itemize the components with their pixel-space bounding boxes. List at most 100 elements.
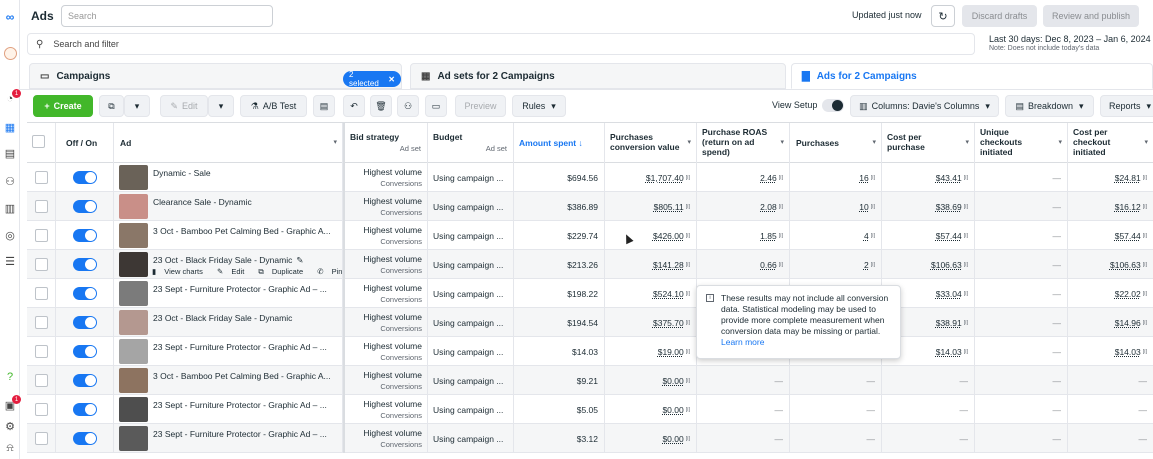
col-budget[interactable]: Budget Ad set — [428, 123, 514, 163]
row-checkbox[interactable] — [34, 374, 48, 387]
duplicate-link[interactable]: ⧉ Duplicate — [258, 267, 309, 276]
pin-link[interactable]: ✆ Pin — [317, 267, 342, 276]
ad-toggle[interactable] — [72, 171, 97, 184]
row-checkbox[interactable] — [34, 171, 48, 184]
date-range-picker[interactable]: Last 30 days: Dec 8, 2023 – Jan 6, 2024 … — [989, 34, 1151, 52]
ad-toggle[interactable] — [72, 316, 97, 329]
row-checkbox[interactable] — [34, 200, 48, 213]
ad-toggle[interactable] — [72, 200, 97, 213]
account-avatar[interactable] — [2, 46, 18, 60]
ad-name[interactable]: 3 Oct - Bamboo Pet Calming Bed - Graphic… — [153, 371, 331, 381]
rules-button[interactable]: Rules ▾ — [512, 95, 566, 117]
ad-thumbnail[interactable] — [119, 368, 148, 393]
delete-button[interactable]: 🗑 — [370, 95, 392, 117]
col-uci[interactable]: Unique checkouts initiated ▾ — [975, 123, 1068, 163]
learn-more-link[interactable]: Learn more — [721, 337, 764, 347]
create-button[interactable]: + Create — [33, 95, 93, 117]
meta-logo-icon[interactable]: ∞ — [2, 10, 18, 24]
ad-toggle[interactable] — [72, 432, 97, 445]
billing-icon[interactable]: ▥ — [2, 201, 18, 215]
clear-selection-icon[interactable]: ✕ — [388, 75, 395, 84]
table-row[interactable]: 3 Oct - Bamboo Pet Calming Bed - Graphic… — [27, 366, 1153, 395]
col-cpp[interactable]: Cost per purchase ▾ — [882, 123, 975, 163]
alerts-icon[interactable]: ▣ 1 — [2, 395, 21, 412]
columns-button[interactable]: ▥ Columns: Davie's Columns ▾ — [850, 95, 999, 117]
help-icon[interactable]: ? — [2, 370, 18, 384]
ad-name[interactable]: Dynamic - Sale — [153, 168, 211, 178]
table-row[interactable]: 23 Sept - Furniture Protector - Graphic … — [27, 424, 1153, 453]
ads-manager-icon[interactable]: ▦ — [2, 120, 18, 134]
duplicate-button[interactable]: ⧉ — [99, 95, 124, 117]
ad-thumbnail[interactable] — [119, 281, 148, 306]
search-filter-bar[interactable]: ⚲ Search and filter — [27, 33, 975, 55]
ad-toggle[interactable] — [72, 258, 97, 271]
undo-button[interactable]: ↶ — [343, 95, 365, 117]
row-checkbox[interactable] — [34, 432, 48, 445]
ad-thumbnail[interactable] — [119, 165, 148, 190]
clipboard-button[interactable]: ▤ — [313, 95, 335, 117]
ad-name[interactable]: 23 Sept - Furniture Protector - Graphic … — [153, 400, 327, 410]
table-row[interactable]: 23 Sept - Furniture Protector - Graphic … — [27, 279, 1153, 308]
col-purchases[interactable]: Purchases ▾ — [790, 123, 882, 163]
table-row[interactable]: 23 Sept - Furniture Protector - Graphic … — [27, 395, 1153, 424]
ad-thumbnail[interactable] — [119, 339, 148, 364]
row-checkbox[interactable] — [34, 258, 48, 271]
menu-icon[interactable]: ☰ — [2, 254, 18, 268]
pages-icon[interactable]: ▤ — [2, 146, 18, 160]
row-checkbox[interactable] — [34, 345, 48, 358]
ad-toggle[interactable] — [72, 374, 97, 387]
table-row[interactable]: 23 Sept - Furniture Protector - Graphic … — [27, 337, 1153, 366]
ad-name[interactable]: 3 Oct - Bamboo Pet Calming Bed - Graphic… — [153, 226, 331, 236]
ad-thumbnail[interactable] — [119, 194, 148, 219]
ad-name[interactable]: Clearance Sale - Dynamic — [153, 197, 252, 207]
view-setup-toggle[interactable] — [822, 99, 844, 112]
edit-dropdown[interactable]: ▾ — [208, 95, 234, 117]
audiences-icon[interactable]: ⚇ — [2, 174, 18, 188]
bell-icon[interactable]: ⍾ — [2, 441, 18, 455]
view-charts-link[interactable]: ▮ View charts — [152, 267, 209, 276]
table-row[interactable]: 3 Oct - Bamboo Pet Calming Bed - Graphic… — [27, 221, 1153, 250]
tab-adsets[interactable]: ▦ Ad sets for 2 Campaigns — [410, 63, 786, 89]
ab-test-button[interactable]: ⚗ A/B Test — [240, 95, 307, 117]
discard-drafts-button[interactable]: Discard drafts — [962, 5, 1037, 27]
select-all-checkbox[interactable] — [32, 135, 45, 148]
row-checkbox[interactable] — [34, 287, 48, 300]
ad-thumbnail[interactable] — [119, 310, 148, 335]
ad-toggle[interactable] — [72, 345, 97, 358]
row-checkbox[interactable] — [34, 229, 48, 242]
row-checkbox[interactable] — [34, 316, 48, 329]
reports-button[interactable]: Reports ▾ — [1100, 95, 1153, 117]
col-pcv[interactable]: Purchases conversion value ▾ — [605, 123, 697, 163]
ad-name[interactable]: 23 Sept - Furniture Protector - Graphic … — [153, 342, 327, 352]
ad-thumbnail[interactable] — [119, 223, 148, 248]
edit-button[interactable]: ✎ Edit — [160, 95, 208, 117]
refresh-button[interactable]: ↻ — [931, 5, 955, 27]
table-row[interactable]: 23 Oct - Black Friday Sale - Dynamic Hig… — [27, 308, 1153, 337]
duplicate-dropdown[interactable]: ▾ — [124, 95, 150, 117]
selected-chip[interactable]: 2 selected ✕ — [343, 70, 401, 88]
table-row[interactable]: 23 Oct - Black Friday Sale - Dynamic ✎ ▮ … — [27, 250, 1153, 279]
tab-ads[interactable]: ▇ Ads for 2 Campaigns — [791, 63, 1153, 89]
assign-button[interactable]: ⚇ — [397, 95, 419, 117]
col-amount[interactable]: Amount spent ↓ — [514, 123, 605, 163]
settings-gear-icon[interactable]: ⚙ — [2, 419, 18, 433]
pencil-icon[interactable]: ✎ — [296, 255, 303, 266]
col-roas[interactable]: Purchase ROAS (return on ad spend) ▾ — [697, 123, 790, 163]
edit-link[interactable]: ✎ Edit — [217, 267, 250, 276]
tab-campaigns[interactable]: ▭ Campaigns 2 selected ✕ — [29, 63, 402, 89]
ad-thumbnail[interactable] — [119, 397, 148, 422]
ad-toggle[interactable] — [72, 287, 97, 300]
table-row[interactable]: Dynamic - Sale Highest volume Conversion… — [27, 163, 1153, 192]
col-ad[interactable]: Ad ▾ — [114, 123, 343, 163]
ad-name[interactable]: 23 Sept - Furniture Protector - Graphic … — [153, 429, 327, 439]
preview-button[interactable]: Preview — [455, 95, 506, 117]
notifications-icon[interactable]: ◔ 1 — [2, 89, 21, 106]
breakdown-button[interactable]: ▤ Breakdown ▾ — [1005, 95, 1094, 117]
ad-name[interactable]: 23 Oct - Black Friday Sale - Dynamic — [153, 255, 292, 265]
comment-button[interactable]: ▭ — [425, 95, 447, 117]
events-icon[interactable]: ◎ — [2, 228, 18, 242]
col-bid[interactable]: Bid strategy Ad set — [343, 123, 428, 163]
ad-toggle[interactable] — [72, 229, 97, 242]
row-checkbox[interactable] — [34, 403, 48, 416]
ad-name[interactable]: 23 Sept - Furniture Protector - Graphic … — [153, 284, 327, 294]
